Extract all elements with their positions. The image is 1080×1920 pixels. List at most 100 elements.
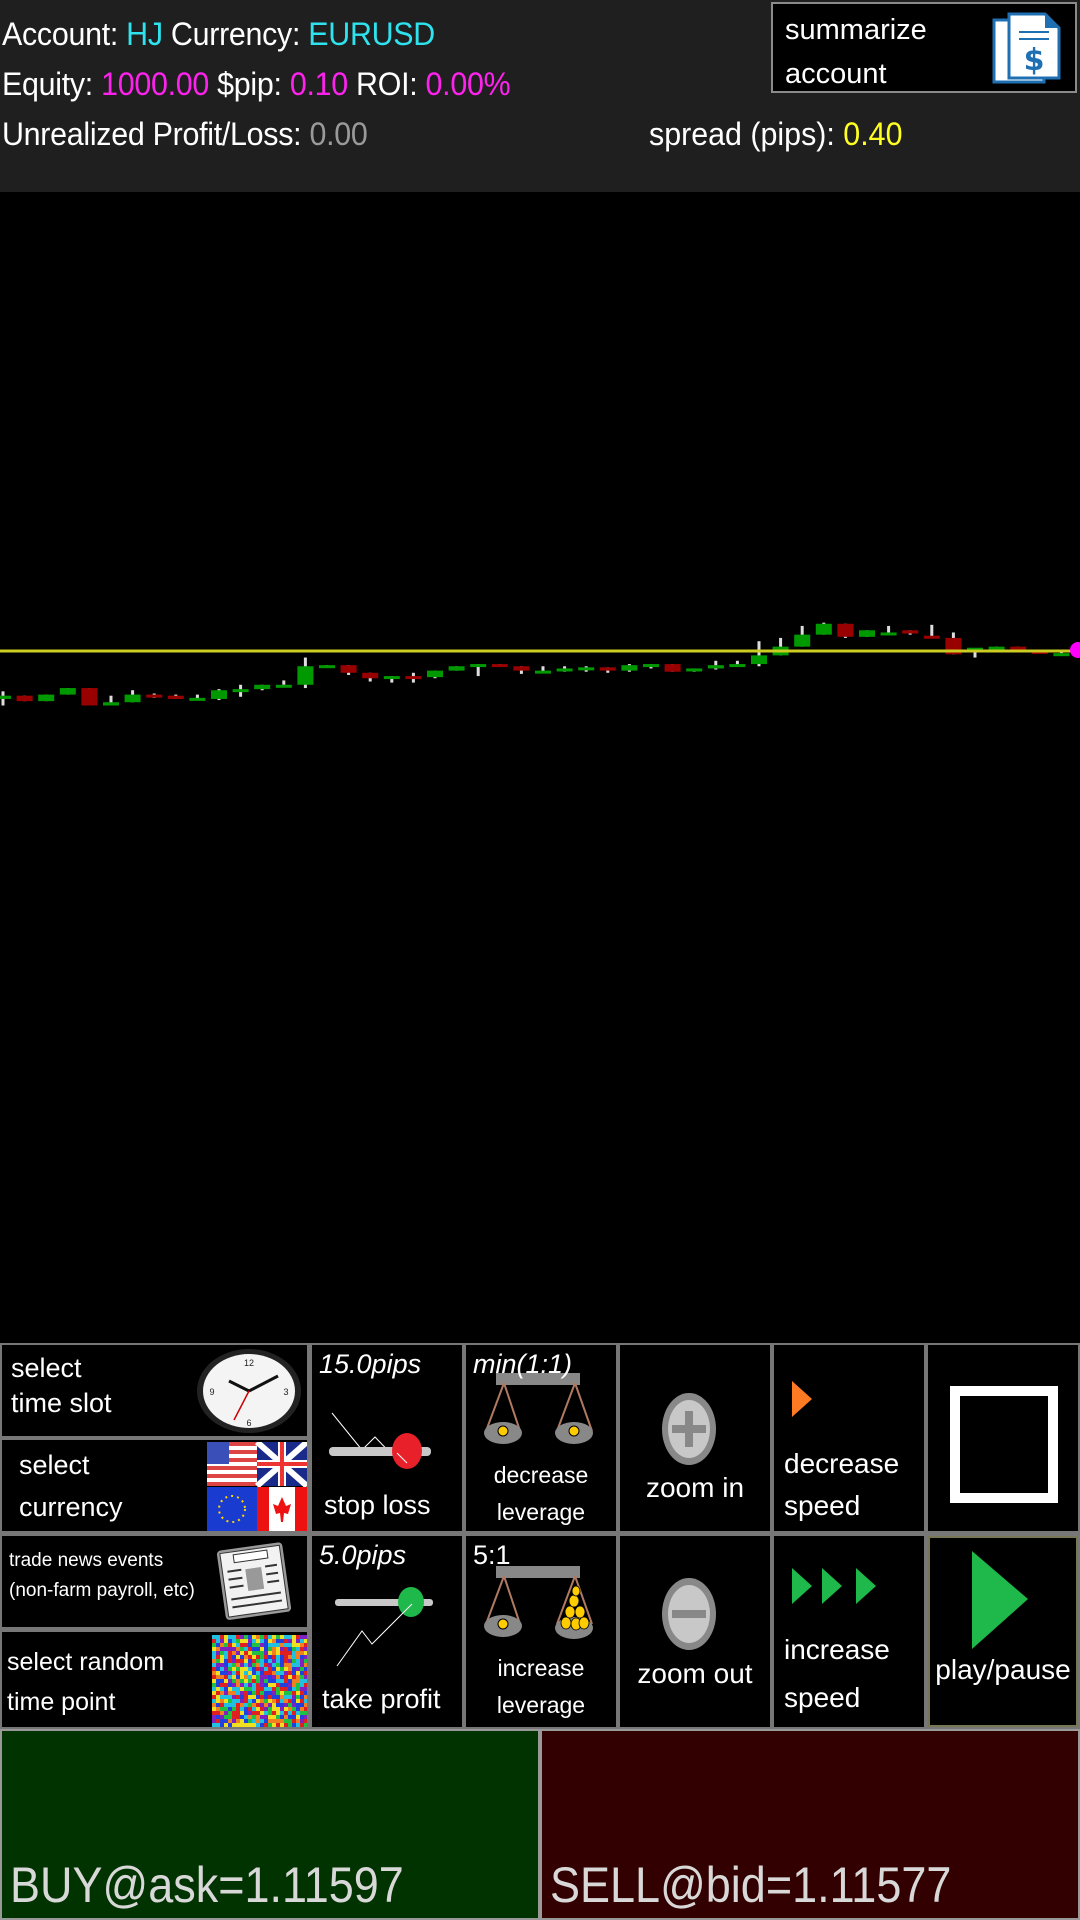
buy-button[interactable]: BUY@ask=1.11597 xyxy=(2,1731,538,1918)
candle-body xyxy=(729,664,746,668)
currency-select-line1: select xyxy=(19,1450,90,1480)
summarize-account-button[interactable]: summarize account $ xyxy=(771,2,1077,93)
candle-body xyxy=(643,664,659,668)
time-slot-line1: select xyxy=(11,1353,82,1383)
candle-body xyxy=(146,694,163,698)
slow-arrow-icon xyxy=(792,1381,812,1417)
news-line1: trade news events xyxy=(9,1550,164,1571)
increase-leverage-button[interactable]: 5:1 increase leverage xyxy=(466,1536,616,1727)
news-label: trade news events (non-farm payroll, etc… xyxy=(9,1546,195,1606)
zoom-out-button[interactable]: zoom out xyxy=(620,1536,770,1727)
fast-arrows-icon xyxy=(792,1568,876,1604)
candle-body xyxy=(16,695,33,702)
decrease-speed-button[interactable]: decrease speed xyxy=(774,1345,924,1531)
candle-body xyxy=(319,665,335,669)
candle-body xyxy=(988,646,1005,650)
currency-flags-icon xyxy=(207,1442,307,1531)
candle-body xyxy=(578,667,595,671)
random-label: select random time point xyxy=(7,1642,164,1722)
increase-speed-line1: increase xyxy=(784,1634,890,1665)
spread-label: spread (pips): xyxy=(649,116,844,152)
candle-body xyxy=(880,632,897,636)
candle-body xyxy=(81,688,98,706)
select-time-slot-button[interactable]: select time slot 12 6 9 3 xyxy=(2,1345,307,1436)
weighted-scale-icon xyxy=(484,1566,593,1639)
decrease-speed-line2: speed xyxy=(784,1490,861,1521)
buy-label: BUY@ask=1.11597 xyxy=(10,1857,404,1913)
candle-body xyxy=(923,635,940,639)
stop-loss-value: 15.0pips xyxy=(319,1349,422,1379)
candle-body xyxy=(167,695,184,699)
take-profit-value: 5.0pips xyxy=(319,1540,407,1570)
increase-leverage-line1: increase xyxy=(497,1655,585,1681)
candles-group xyxy=(0,622,1070,706)
currency-value: EURUSD xyxy=(308,16,435,52)
candle-body xyxy=(232,689,249,693)
take-profit-label: take profit xyxy=(322,1684,441,1714)
summarize-label: summarize account xyxy=(785,8,927,96)
random-noise-icon xyxy=(212,1635,307,1727)
increase-leverage-label: increase leverage xyxy=(466,1650,616,1724)
currency-select-label: select currency xyxy=(19,1444,123,1528)
price-chart[interactable] xyxy=(0,192,1080,1342)
zoom-in-button[interactable]: zoom in xyxy=(620,1345,770,1531)
control-panel: select time slot 12 6 9 3 select currenc… xyxy=(0,1343,1080,1729)
candle-body xyxy=(491,664,508,668)
pl-label: Unrealized Profit/Loss: xyxy=(2,116,310,152)
roi-label: ROI: xyxy=(347,66,426,102)
svg-text:9: 9 xyxy=(209,1387,214,1397)
candle-body xyxy=(599,667,616,671)
candle-body xyxy=(59,688,76,695)
time-slot-line2: time slot xyxy=(11,1388,112,1418)
take-profit-slider[interactable]: 5.0pips take profit xyxy=(312,1536,462,1727)
select-currency-button[interactable]: select currency xyxy=(2,1440,307,1531)
equity-label: Equity: xyxy=(2,66,102,102)
take-profit-icon xyxy=(335,1587,433,1667)
currency-select-line2: currency xyxy=(19,1492,123,1522)
trade-news-events-button[interactable]: trade news events (non-farm payroll, etc… xyxy=(2,1536,307,1627)
decrease-leverage-button[interactable]: min(1:1) decrease leverage xyxy=(466,1345,616,1531)
candle-body xyxy=(707,665,724,669)
candle-body xyxy=(340,665,357,673)
candle-body xyxy=(815,623,832,635)
account-header: Account: HJ Currency: EURUSD Equity: 100… xyxy=(0,0,1080,192)
sell-button[interactable]: SELL@bid=1.11577 xyxy=(542,1731,1078,1918)
stop-loss-icon xyxy=(329,1412,431,1469)
candle-body xyxy=(383,676,400,680)
leverage-min-value: min(1:1) xyxy=(473,1349,573,1379)
candle-body xyxy=(275,684,292,688)
sell-label: SELL@bid=1.11577 xyxy=(550,1857,952,1913)
stop-square-icon xyxy=(950,1386,1058,1503)
play-pause-button[interactable]: play/pause xyxy=(928,1536,1078,1727)
decrease-leverage-line2: leverage xyxy=(496,1499,586,1525)
clock-icon: 12 6 9 3 xyxy=(197,1349,301,1433)
candle-body xyxy=(405,676,422,680)
pl-value: 0.00 xyxy=(309,116,368,152)
random-line1: select random xyxy=(7,1648,165,1676)
document-dollar-icon: $ xyxy=(992,12,1061,84)
spread-info: spread (pips): 0.40 xyxy=(649,116,902,153)
decrease-speed-label: decrease speed xyxy=(784,1443,899,1527)
candle-body xyxy=(297,666,314,685)
equity-info-line: Equity: 1000.00 $pip: 0.10 ROI: 0.00% xyxy=(2,66,511,103)
stop-loss-slider[interactable]: 15.0pips stop loss xyxy=(312,1345,462,1531)
candle-body xyxy=(1053,653,1070,657)
play-pause-label: play/pause xyxy=(935,1654,1071,1685)
candle-body xyxy=(448,666,465,671)
leverage-max-value: 5:1 xyxy=(473,1540,511,1570)
current-price-marker xyxy=(1070,642,1080,658)
candle-body xyxy=(621,665,638,671)
candle-body xyxy=(664,664,681,672)
summarize-label-line2: account xyxy=(785,58,887,90)
increase-speed-button[interactable]: increase speed xyxy=(774,1536,924,1727)
news-line2: (non-farm payroll, etc) xyxy=(9,1580,195,1601)
candle-body xyxy=(0,695,11,699)
pip-label: $pip: xyxy=(209,66,290,102)
stop-button[interactable] xyxy=(928,1345,1078,1531)
select-random-time-point-button[interactable]: select random time point xyxy=(2,1632,307,1727)
newspaper-icon xyxy=(216,1542,292,1620)
svg-text:3: 3 xyxy=(283,1387,288,1397)
decrease-speed-line1: decrease xyxy=(784,1448,900,1479)
zoom-in-icon xyxy=(662,1393,716,1465)
pip-value: 0.10 xyxy=(289,66,348,102)
